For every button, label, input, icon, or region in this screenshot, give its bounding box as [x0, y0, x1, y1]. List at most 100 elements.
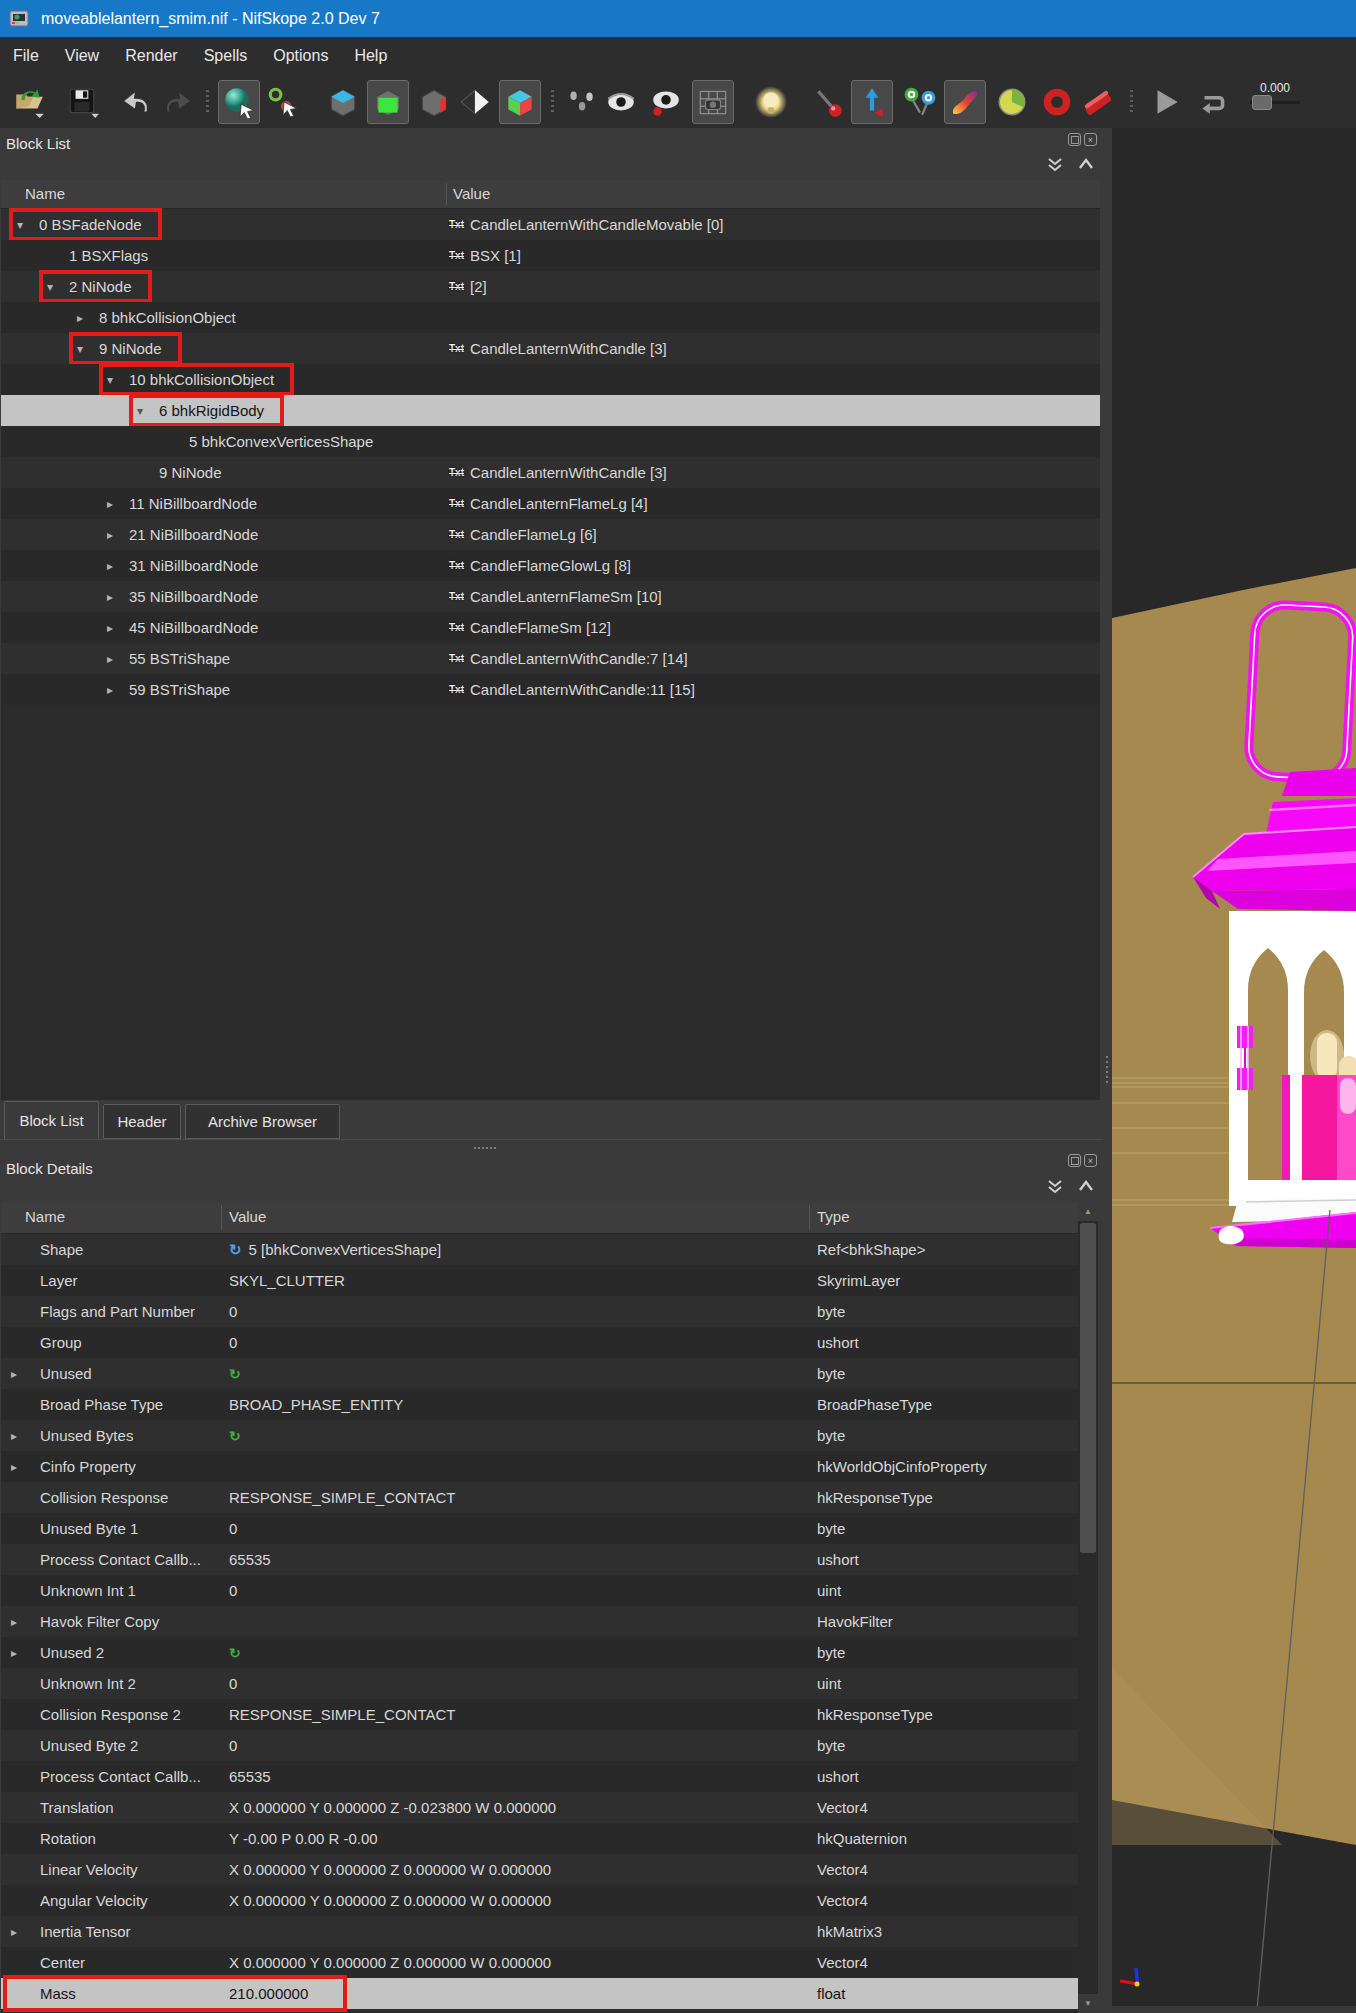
- detail-row-collision-response[interactable]: Collision ResponseRESPONSE_SIMPLE_CONTAC…: [1, 1482, 1078, 1513]
- block-list-row[interactable]: ▸11 NiBillboardNodeTxtCandleLanternFlame…: [1, 488, 1100, 519]
- constraints-pins-icon[interactable]: [899, 80, 941, 124]
- flip-diamond-icon[interactable]: [454, 80, 496, 124]
- detail-row-process-contact-callb-[interactable]: Process Contact Callb...65535ushort: [1, 1544, 1078, 1575]
- erase-slash-icon[interactable]: [1077, 80, 1119, 124]
- block-list-row[interactable]: ▾6 bhkRigidBody: [1, 395, 1100, 426]
- tree-expand-icon[interactable]: ▾: [17, 218, 39, 232]
- detail-row-unused[interactable]: ▸Unused↻byte: [1, 1358, 1078, 1389]
- menu-help[interactable]: Help: [341, 37, 400, 75]
- 3d-viewport[interactable]: [1112, 128, 1356, 2013]
- show-vertices-icon[interactable]: [560, 80, 602, 124]
- tree-expand-icon[interactable]: ▸: [11, 1615, 40, 1629]
- detail-row-layer[interactable]: LayerSKYL_CLUTTERSkyrimLayer: [1, 1265, 1078, 1296]
- block-list-row[interactable]: 5 bhkConvexVerticesShape: [1, 426, 1100, 457]
- tab-block-list[interactable]: Block List: [4, 1101, 99, 1139]
- time-slider[interactable]: 0.000: [1243, 81, 1307, 104]
- detail-row-cinfo-property[interactable]: ▸Cinfo PropertyhkWorldObjCinfoProperty: [1, 1451, 1078, 1482]
- view-top-cube-icon[interactable]: [322, 80, 364, 124]
- block-list-row[interactable]: ▸31 NiBillboardNodeTxtCandleFlameGlowLg …: [1, 550, 1100, 581]
- block-list-row[interactable]: ▾9 NiNodeTxtCandleLanternWithCandle [3]: [1, 333, 1100, 364]
- close-panel-icon[interactable]: ×: [1084, 1154, 1097, 1167]
- menu-options[interactable]: Options: [260, 37, 341, 75]
- play-icon[interactable]: [1145, 80, 1187, 124]
- detail-row-havok-filter-copy[interactable]: ▸Havok Filter CopyHavokFilter: [1, 1606, 1078, 1637]
- tree-expand-icon[interactable]: ▸: [11, 1925, 40, 1939]
- detail-row-translation[interactable]: TranslationX 0.000000 Y 0.000000 Z -0.02…: [1, 1792, 1078, 1823]
- detail-row-linear-velocity[interactable]: Linear VelocityX 0.000000 Y 0.000000 Z 0…: [1, 1854, 1078, 1885]
- slider-handle[interactable]: [1252, 95, 1272, 110]
- menu-render[interactable]: Render: [112, 37, 190, 75]
- tree-expand-icon[interactable]: ▸: [77, 311, 99, 325]
- show-axes-icon[interactable]: [851, 80, 893, 124]
- tree-expand-icon[interactable]: ▸: [11, 1460, 40, 1474]
- detail-row-unused-bytes[interactable]: ▸Unused Bytes↻byte: [1, 1420, 1078, 1451]
- tree-expand-icon[interactable]: ▸: [107, 497, 129, 511]
- show-hidden-eye-icon[interactable]: [645, 80, 687, 124]
- menu-file[interactable]: File: [0, 37, 52, 75]
- menu-view[interactable]: View: [52, 37, 112, 75]
- show-nodes-eye-icon[interactable]: [600, 80, 642, 124]
- detail-row-group[interactable]: Group0ushort: [1, 1327, 1078, 1358]
- tree-expand-icon[interactable]: ▸: [107, 683, 129, 697]
- double-chevron-down-icon[interactable]: [1046, 156, 1064, 174]
- tree-expand-icon[interactable]: ▸: [107, 652, 129, 666]
- tree-expand-icon[interactable]: ▸: [107, 528, 129, 542]
- tree-expand-icon[interactable]: ▾: [47, 280, 69, 294]
- col-value[interactable]: Value: [453, 185, 490, 202]
- detail-row-unknown-int-1[interactable]: Unknown Int 10uint: [1, 1575, 1078, 1606]
- detail-row-inertia-tensor[interactable]: ▸Inertia TensorhkMatrix3: [1, 1916, 1078, 1947]
- detail-row-collision-response-2[interactable]: Collision Response 2RESPONSE_SIMPLE_CONT…: [1, 1699, 1078, 1730]
- block-list-row[interactable]: ▾10 bhkCollisionObject: [1, 364, 1100, 395]
- perspective-cube-icon[interactable]: [499, 80, 541, 124]
- details-scrollbar[interactable]: ▲ ▼: [1078, 1202, 1098, 2013]
- flame-brush-icon[interactable]: [944, 80, 986, 124]
- detail-row-flags-and-part-number[interactable]: Flags and Part Number0byte: [1, 1296, 1078, 1327]
- ring-marker-icon[interactable]: [1036, 80, 1078, 124]
- tree-expand-icon[interactable]: ▾: [77, 342, 99, 356]
- block-list-row[interactable]: ▾2 NiNodeTxt[2]: [1, 271, 1100, 302]
- detail-row-unknown-int-2[interactable]: Unknown Int 20uint: [1, 1668, 1078, 1699]
- select-nodes-icon[interactable]: [262, 80, 304, 124]
- close-panel-icon[interactable]: ×: [1084, 133, 1097, 146]
- tree-expand-icon[interactable]: ▾: [107, 373, 129, 387]
- open-file-icon[interactable]: [8, 80, 50, 124]
- detail-row-unused-byte-2[interactable]: Unused Byte 20byte: [1, 1730, 1078, 1761]
- float-panel-icon[interactable]: [1068, 1154, 1081, 1167]
- tab-archive-browser[interactable]: Archive Browser: [185, 1104, 340, 1139]
- panel-splitter[interactable]: [1103, 128, 1112, 2013]
- detail-row-broad-phase-type[interactable]: Broad Phase TypeBROAD_PHASE_ENTITYBroadP…: [1, 1389, 1078, 1420]
- screenshot-grid-icon[interactable]: [692, 80, 734, 124]
- detail-row-center[interactable]: CenterX 0.000000 Y 0.000000 Z 0.000000 W…: [1, 1947, 1078, 1978]
- col-name[interactable]: Name: [25, 185, 65, 202]
- menu-spells[interactable]: Spells: [191, 37, 261, 75]
- marker-pin-icon[interactable]: [808, 80, 850, 124]
- block-list-row[interactable]: ▸59 BSTriShapeTxtCandleLanternWithCandle…: [1, 674, 1100, 705]
- tree-expand-icon[interactable]: ▸: [107, 590, 129, 604]
- tab-header[interactable]: Header: [103, 1104, 181, 1139]
- undo-icon[interactable]: [116, 80, 158, 124]
- block-list-row[interactable]: ▾0 BSFadeNodeTxtCandleLanternWithCandleM…: [1, 209, 1100, 240]
- tree-expand-icon[interactable]: ▸: [107, 559, 129, 573]
- block-list-row[interactable]: ▸8 bhkCollisionObject: [1, 302, 1100, 333]
- tree-expand-icon[interactable]: ▸: [11, 1367, 40, 1381]
- detail-row-angular-velocity[interactable]: Angular VelocityX 0.000000 Y 0.000000 Z …: [1, 1885, 1078, 1916]
- detail-row-unused-2[interactable]: ▸Unused 2↻byte: [1, 1637, 1078, 1668]
- block-list-row[interactable]: ▸55 BSTriShapeTxtCandleLanternWithCandle…: [1, 643, 1100, 674]
- tree-expand-icon[interactable]: ▸: [11, 1429, 40, 1443]
- col-name[interactable]: Name: [25, 1208, 65, 1225]
- block-list-row[interactable]: 9 NiNodeTxtCandleLanternWithCandle [3]: [1, 457, 1100, 488]
- redo-icon[interactable]: [156, 80, 198, 124]
- block-list-row[interactable]: 1 BSXFlagsTxtBSX [1]: [1, 240, 1100, 271]
- col-type[interactable]: Type: [817, 1208, 850, 1225]
- double-chevron-down-icon[interactable]: [1046, 1178, 1064, 1196]
- detail-row-rotation[interactable]: RotationY -0.00 P 0.00 R -0.00hkQuaterni…: [1, 1823, 1078, 1854]
- loop-icon[interactable]: [1192, 80, 1234, 124]
- select-sphere-icon[interactable]: [218, 80, 260, 124]
- chevron-up-icon[interactable]: [1077, 1178, 1095, 1196]
- time-pie-icon[interactable]: [991, 80, 1033, 124]
- detail-row-mass[interactable]: Mass210.000000float: [1, 1978, 1078, 2009]
- tree-expand-icon[interactable]: ▸: [11, 1646, 40, 1660]
- float-panel-icon[interactable]: [1068, 133, 1081, 146]
- block-list-row[interactable]: ▸45 NiBillboardNodeTxtCandleFlameSm [12]: [1, 612, 1100, 643]
- block-list-row[interactable]: ▸21 NiBillboardNodeTxtCandleFlameLg [6]: [1, 519, 1100, 550]
